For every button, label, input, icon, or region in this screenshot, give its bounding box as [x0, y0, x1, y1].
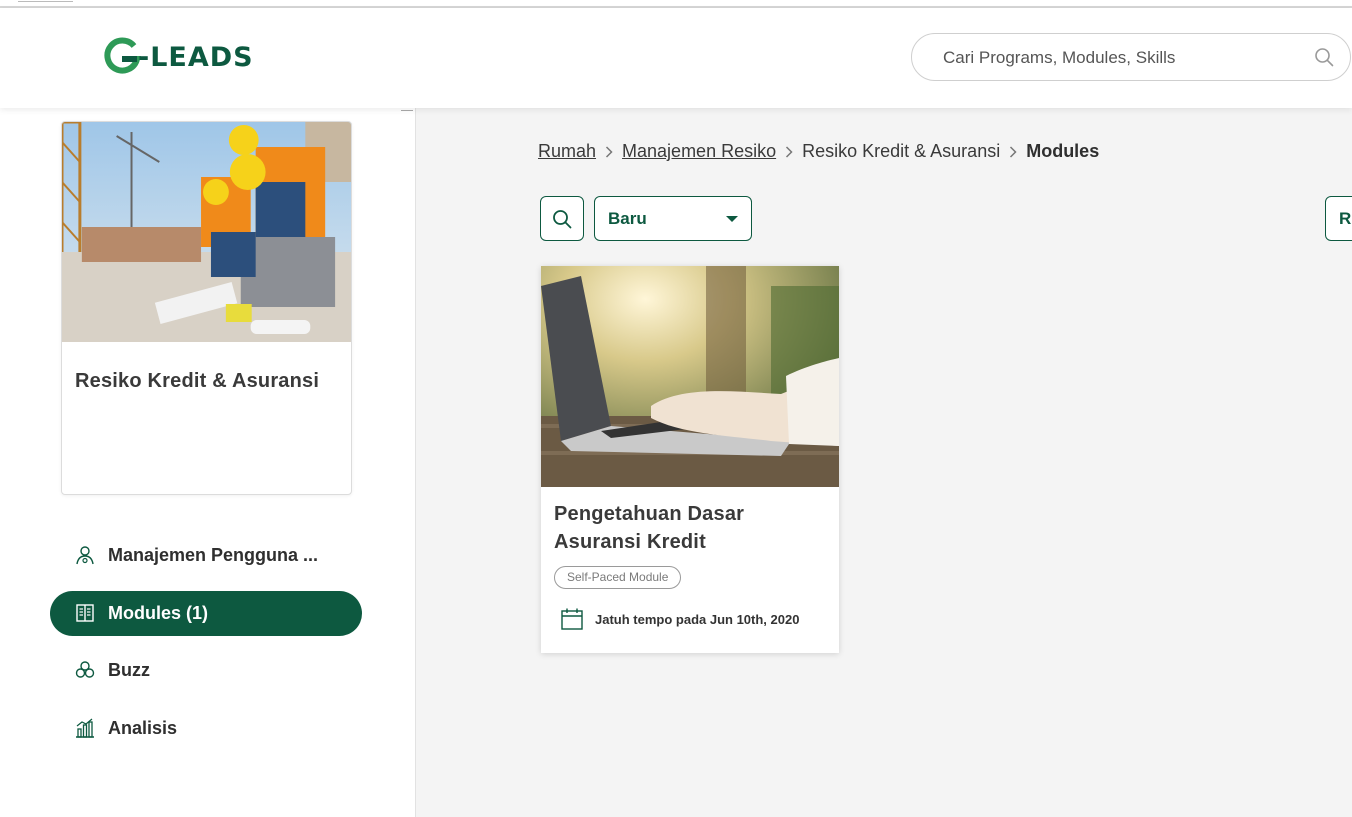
module-title: Pengetahuan Dasar Asuransi Kredit [554, 503, 745, 553]
right-action-button[interactable]: R [1325, 196, 1352, 241]
module-type-badge: Self-Paced Module [554, 566, 682, 589]
sort-value: Baru [608, 209, 647, 228]
course-card[interactable]: Resiko Kredit & Asuransi [61, 121, 352, 495]
logo-g-icon [104, 37, 141, 74]
chart-icon [76, 718, 94, 738]
sidebar-item-analytics[interactable]: Analisis [50, 706, 362, 751]
global-search[interactable] [911, 33, 1351, 81]
breadcrumb: Rumah Manajemen Resiko Resiko Kredit & A… [538, 141, 1099, 162]
search-input[interactable] [943, 46, 1303, 70]
chevron-right-icon [1000, 142, 1026, 162]
course-image [62, 122, 351, 342]
app-header: -LEADS [0, 8, 1352, 108]
module-card[interactable]: Pengetahuan Dasar Asuransi Kredit Self-P… [541, 266, 839, 653]
scrollbar-marker[interactable] [401, 110, 413, 111]
breadcrumb-current: Modules [1026, 141, 1100, 161]
chevron-right-icon [776, 142, 802, 162]
module-due-text: Jatuh tempo pada Jun 10th, 2020 [595, 611, 800, 627]
user-gear-icon [76, 546, 94, 565]
module-search-button[interactable] [540, 196, 584, 241]
breadcrumb-risk-management[interactable]: Manajemen Resiko [622, 141, 776, 162]
chevron-right-icon [596, 142, 622, 162]
sidebar-item-user-management[interactable]: Manajemen Pengguna ... [50, 533, 362, 578]
breadcrumb-home[interactable]: Rumah [538, 141, 596, 162]
logo[interactable]: -LEADS [103, 36, 254, 78]
book-icon [76, 604, 94, 622]
breadcrumb-course: Resiko Kredit & Asuransi [802, 141, 1001, 161]
browser-top-strip [0, 0, 1352, 8]
module-image [541, 266, 839, 487]
logo-text: -LEADS [138, 41, 254, 73]
browser-tab-edge [18, 0, 73, 2]
sidebar-item-label: Modules (1) [108, 603, 209, 623]
sidebar-item-label: Manajemen Pengguna ... [108, 545, 319, 565]
sidebar-item-label: Buzz [108, 660, 150, 680]
search-icon[interactable] [1314, 47, 1334, 67]
sidebar: Resiko Kredit & Asuransi Manajemen Pengg… [0, 108, 416, 817]
sidebar-item-buzz[interactable]: Buzz [50, 648, 362, 693]
sort-dropdown[interactable]: Baru [594, 196, 752, 241]
sidebar-item-modules[interactable]: Modules (1) [50, 591, 362, 636]
course-title: Resiko Kredit & Asuransi [75, 370, 320, 392]
caret-down-icon [726, 216, 738, 222]
module-due-date: Jatuh tempo pada Jun 10th, 2020 [560, 607, 799, 631]
calendar-icon [561, 608, 583, 630]
search-icon [553, 209, 572, 228]
community-icon [75, 661, 95, 678]
right-action-label: R [1339, 209, 1352, 228]
sidebar-item-label: Analisis [108, 718, 178, 738]
